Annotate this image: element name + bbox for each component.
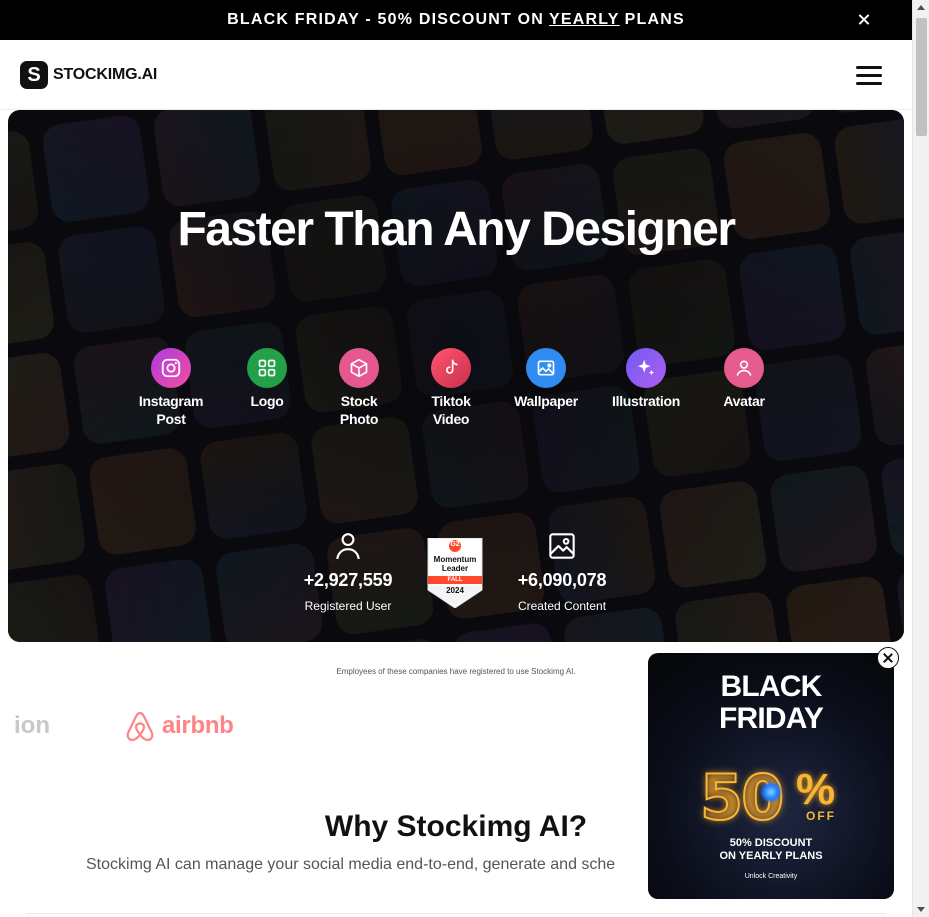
- hero-section: Faster Than Any Designer Instagram Post …: [8, 110, 904, 642]
- page-scrollbar[interactable]: [912, 0, 929, 917]
- popup-close-icon[interactable]: [877, 647, 899, 669]
- category-tiktok-video[interactable]: Tiktok Video: [403, 348, 499, 428]
- badge-line2: Leader: [441, 564, 469, 573]
- badge-line1: Momentum: [433, 555, 477, 564]
- category-logo[interactable]: Logo: [219, 348, 315, 410]
- hero-title: Faster Than Any Designer: [177, 203, 736, 256]
- category-wallpaper[interactable]: Wallpaper: [498, 348, 594, 410]
- airbnb-wordmark: airbnb: [162, 712, 234, 739]
- popup-discount: 50% DISCOUNT ON YEARLY PLANS: [648, 837, 894, 863]
- popup-title-line2: FRIDAY: [718, 702, 824, 735]
- company-logo-partial: ion: [14, 712, 50, 739]
- stats-row: +2,927,559 Registered User G2 Momentum L…: [8, 532, 904, 632]
- category-label: Logo: [250, 393, 284, 409]
- sparkle-icon: [626, 348, 666, 388]
- popup-off: OFF: [806, 809, 836, 823]
- category-list: Instagram Post Logo Stock Photo Tiktok V…: [8, 348, 904, 438]
- close-icon[interactable]: [856, 12, 872, 28]
- stat-caption: Registered User: [304, 599, 392, 613]
- category-label: Illustration: [612, 393, 680, 409]
- category-illustration[interactable]: Illustration: [598, 348, 694, 410]
- category-label: Wallpaper: [514, 393, 578, 409]
- site-logo[interactable]: S STOCKIMG.AI: [20, 61, 157, 89]
- tiktok-icon: [431, 348, 471, 388]
- instagram-icon: [151, 348, 191, 388]
- popup-title: BLACK FRIDAY: [648, 671, 894, 735]
- stat-registered-users: +2,927,559 Registered User: [283, 532, 413, 613]
- category-avatar[interactable]: Avatar: [696, 348, 792, 410]
- announcement-bar: BLACK FRIDAY - 50% DISCOUNT ON YEARLY PL…: [0, 0, 912, 40]
- user-icon: [724, 348, 764, 388]
- category-instagram-post[interactable]: Instagram Post: [123, 348, 219, 428]
- glow-icon: [760, 781, 782, 803]
- stat-created-content: +6,090,078 Created Content: [497, 532, 627, 613]
- popup-title-line1: BLACK: [720, 670, 823, 703]
- airbnb-logo: airbnb: [124, 709, 234, 743]
- category-label: Tiktok Video: [431, 393, 471, 427]
- user-outline-icon: [283, 532, 413, 562]
- image-icon: [526, 348, 566, 388]
- why-description: Stockimg AI can manage your social media…: [86, 856, 616, 873]
- popup-tagline: Unlock Creativity: [744, 873, 798, 880]
- g2-momentum-leader-badge: G2 Momentum Leader FALL 2024: [425, 537, 485, 609]
- category-stock-photo[interactable]: Stock Photo: [311, 348, 407, 428]
- category-label: Instagram Post: [138, 393, 204, 427]
- section-divider: [26, 913, 886, 914]
- logo-mark: S: [20, 61, 48, 89]
- stat-value: +2,927,559: [303, 570, 393, 590]
- scroll-down-icon[interactable]: [917, 907, 925, 912]
- badge-brand: G2: [450, 541, 460, 548]
- menu-icon[interactable]: [856, 64, 882, 86]
- announcement-emphasis[interactable]: YEARLY: [549, 11, 620, 29]
- category-label: Avatar: [723, 393, 765, 409]
- announcement-suffix: PLANS: [624, 11, 685, 28]
- logo-text: STOCKIMG.AI: [53, 66, 158, 83]
- scroll-up-icon[interactable]: [917, 5, 925, 10]
- badge-season: FALL: [447, 577, 463, 583]
- popup-percent-sign: %: [796, 765, 836, 814]
- stat-caption: Created Content: [517, 599, 607, 613]
- popup-discount-line1: 50% DISCOUNT: [729, 837, 813, 849]
- category-label: Stock Photo: [339, 393, 379, 427]
- stat-value: +6,090,078: [517, 570, 607, 590]
- badge-year: 2024: [446, 586, 464, 595]
- site-header: S STOCKIMG.AI: [0, 40, 912, 110]
- image-outline-icon: [497, 532, 627, 562]
- box-icon: [339, 348, 379, 388]
- scrollbar-thumb[interactable]: [916, 18, 927, 136]
- airbnb-icon: [126, 711, 154, 742]
- announcement-prefix: BLACK FRIDAY - 50% DISCOUNT ON: [227, 11, 545, 28]
- black-friday-popup[interactable]: BLACK FRIDAY 50 % OFF 50% DISCOUNT ON YE…: [648, 653, 894, 899]
- grid-icon: [247, 348, 287, 388]
- popup-discount-line2: ON YEARLY PLANS: [719, 850, 823, 862]
